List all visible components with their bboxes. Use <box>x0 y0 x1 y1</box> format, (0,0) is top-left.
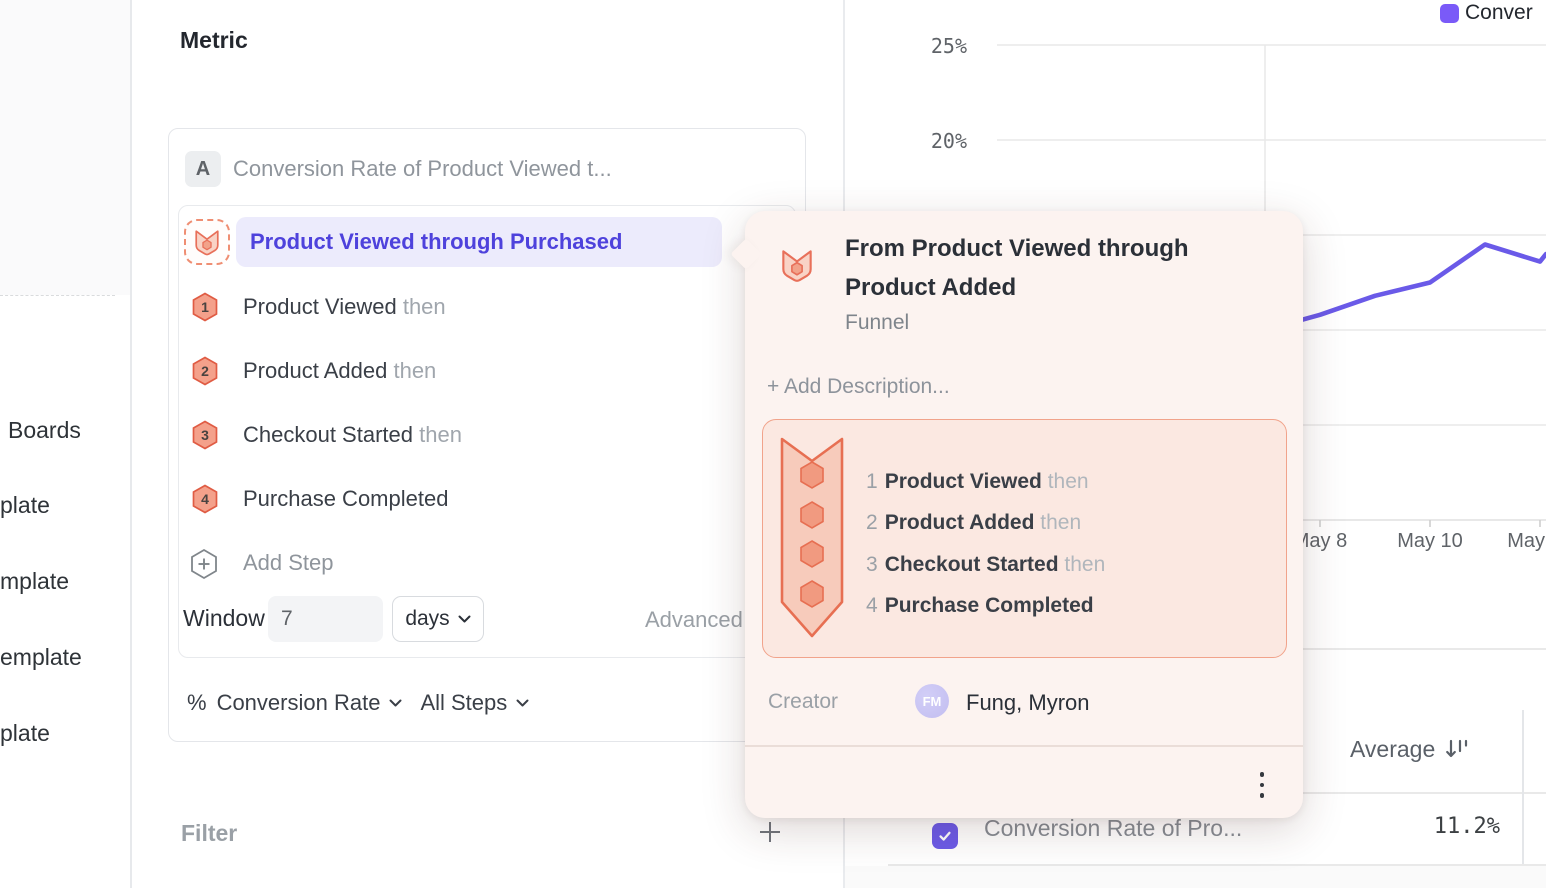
table-column-divider <box>1522 710 1524 866</box>
funnel-step-row-4[interactable]: 4 Purchase Completed <box>178 484 738 516</box>
popover-title: From Product Viewed through Product Adde… <box>845 229 1245 307</box>
step-2-number: 2 <box>192 356 218 386</box>
app-root: { "colors": { "accent_purple": "#6C5BE8"… <box>0 0 1546 888</box>
funnel-metric-icon-box[interactable] <box>184 219 230 265</box>
chevron-down-icon <box>389 699 402 707</box>
creator-label: Creator <box>768 690 838 714</box>
sidebar-divider <box>0 295 115 296</box>
step-4-number: 4 <box>192 484 218 514</box>
creator-avatar: FM <box>915 684 949 718</box>
sidebar-item-boards[interactable]: Boards <box>8 415 81 445</box>
add-step-button[interactable]: Add Step <box>178 548 738 580</box>
window-label: Window <box>183 605 265 632</box>
sidebar-item-template-2[interactable]: mplate <box>0 566 69 596</box>
add-step-label: Add Step <box>243 550 334 576</box>
sidebar-top-section <box>0 0 130 295</box>
funnel-icon <box>778 246 816 284</box>
sidebar-item-template-4[interactable]: plate <box>0 718 50 748</box>
step-3-number: 3 <box>192 420 218 450</box>
sidebar-item-template-1[interactable]: plate <box>0 490 50 520</box>
popover-step-2: 2Product Added then <box>866 511 1081 537</box>
funnel-banner-icon <box>779 436 845 640</box>
check-icon <box>937 828 953 844</box>
chevron-down-icon <box>516 699 529 707</box>
step-1-label: Product Viewed then <box>243 294 446 320</box>
popover-step-1: 1Product Viewed then <box>866 470 1089 496</box>
funnel-summary-box: 1Product Viewed then 2Product Added then… <box>762 419 1287 658</box>
window-unit-select[interactable]: days <box>392 596 484 642</box>
step-2-label: Product Added then <box>243 358 436 384</box>
window-unit-value: days <box>405 607 449 631</box>
funnel-step-row-3[interactable]: 3 Checkout Started then <box>178 420 738 452</box>
funnel-icon <box>192 227 222 257</box>
popover-step-4: 4Purchase Completed <box>866 594 1094 620</box>
step-3-label: Checkout Started then <box>243 422 462 448</box>
add-description-link[interactable]: + Add Description... <box>767 375 950 399</box>
popover-type-label: Funnel <box>845 311 909 335</box>
funnel-step-row-2[interactable]: 2 Product Added then <box>178 356 738 388</box>
selected-metric-label[interactable]: Product Viewed through Purchased <box>250 229 622 255</box>
series-name[interactable]: Conversion Rate of Product Viewed t... <box>233 156 612 182</box>
add-filter-plus-icon[interactable] <box>758 820 782 844</box>
steps-scope-dropdown[interactable]: All Steps <box>420 690 529 716</box>
sidebar-item-template-3[interactable]: emplate <box>0 642 82 672</box>
chevron-down-icon <box>458 615 471 623</box>
popover-footer-divider <box>745 745 1303 747</box>
average-column-header[interactable]: Average <box>1350 736 1472 763</box>
window-value-input[interactable] <box>268 596 383 642</box>
metric-section-title: Metric <box>180 27 248 54</box>
sort-descending-icon <box>1445 738 1472 761</box>
measure-dropdown[interactable]: Conversion Rate <box>217 690 403 716</box>
step-1-number: 1 <box>192 292 218 322</box>
advanced-link[interactable]: Advanced <box>645 607 743 633</box>
percent-symbol: % <box>187 690 207 716</box>
series-letter-badge: A <box>185 151 221 187</box>
table-footer-area <box>845 866 1546 888</box>
add-step-hexagon-plus-icon <box>190 548 218 580</box>
filter-section-title: Filter <box>181 820 237 847</box>
sidebar-border <box>130 0 132 888</box>
popover-step-3: 3Checkout Started then <box>866 553 1105 579</box>
measure-row: % Conversion Rate All Steps <box>187 688 529 718</box>
creator-name: Fung, Myron <box>966 690 1090 716</box>
metric-details-popover: From Product Viewed through Product Adde… <box>745 211 1303 818</box>
left-sidebar: Boards plate mplate emplate plate <box>0 0 130 888</box>
table-row-label[interactable]: Conversion Rate of Pro... <box>984 815 1242 842</box>
funnel-step-row-1[interactable]: 1 Product Viewed then <box>178 292 738 324</box>
step-4-label: Purchase Completed <box>243 486 448 512</box>
table-row-average-value: 11.2% <box>1390 814 1500 839</box>
kebab-menu-icon[interactable] <box>1250 767 1274 803</box>
series-checkbox[interactable] <box>932 823 958 849</box>
